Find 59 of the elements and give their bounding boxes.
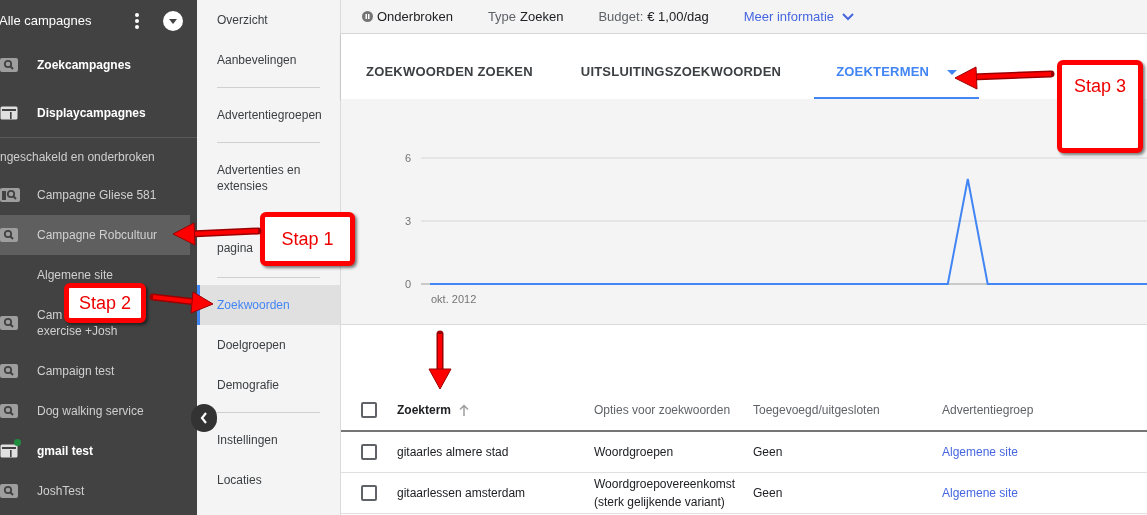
column-header[interactable]: Zoekterm — [397, 401, 452, 419]
table-cell: Woordgroepen — [594, 445, 674, 459]
checkbox[interactable] — [361, 402, 377, 418]
campaign-item[interactable]: gmail test — [0, 431, 101, 471]
axis-label: 0 — [404, 278, 411, 290]
more-info-link[interactable]: Meer informatie — [743, 6, 855, 27]
caret-icon — [947, 69, 958, 75]
tab[interactable]: UITSLUITINGSZOEKWOORDEN — [565, 47, 797, 99]
more-icon[interactable] — [135, 12, 139, 29]
tab[interactable]: ZOEKWOORDEN ZOEKEN — [351, 47, 548, 99]
campaign-item[interactable]: Dog walking service — [0, 391, 152, 431]
campaign-item[interactable]: Zoekcampagnes — [0, 41, 140, 89]
callout-tooltip: Stap 1 — [260, 212, 355, 266]
callout-tooltip: Stap 2 — [64, 283, 146, 323]
nav-item[interactable]: Advertenties en extensies — [217, 150, 327, 206]
table-cell: gitaarlessen amsterdam — [397, 486, 526, 500]
table-cell: Woordgroepovereenkomst (sterk gelijkende variant) — [594, 477, 736, 509]
campaign-item[interactable]: Campagne Robcultuur — [0, 215, 190, 255]
nav-item[interactable]: Advertentiegroepen — [217, 95, 322, 135]
campaign-item[interactable]: Displaycampagnes — [0, 89, 154, 137]
campaign-item[interactable]: JoshTest — [0, 471, 93, 511]
section-label: ngeschakeld en onderbroken — [0, 148, 155, 166]
type-label: Type — [487, 7, 517, 26]
campaign-item[interactable]: Campaign test — [0, 351, 123, 391]
campaign-name: Cam — [37, 307, 64, 323]
nav-item[interactable]: Demografie — [217, 365, 280, 405]
ad-group-link[interactable]: Algemene site — [942, 445, 1019, 459]
nav-item[interactable]: pagina — [217, 240, 254, 256]
pause-icon — [362, 11, 373, 22]
budget-value: € 1,00/dag — [647, 7, 709, 26]
checkbox[interactable] — [361, 444, 377, 460]
nav-item[interactable]: Aanbevelingen — [217, 40, 297, 80]
column-header[interactable]: Toegevoegd/uitgesloten — [753, 401, 880, 419]
table-cell: Geen — [753, 486, 783, 500]
ad-group-link[interactable]: Algemene site — [942, 486, 1019, 500]
nav-item[interactable]: Overzicht — [217, 0, 268, 40]
search-icon — [0, 228, 18, 242]
nav-item[interactable]: Locaties — [217, 460, 262, 500]
status-text: Onderbroken — [377, 7, 453, 26]
column-header[interactable]: Advertentiegroep — [942, 401, 1034, 419]
campaign-name: exercise +Josh — [37, 323, 118, 339]
dropdown-icon[interactable] — [163, 10, 183, 31]
axis-label: 3 — [404, 215, 411, 227]
chevron-left-icon — [200, 412, 208, 424]
type-value: Zoeken — [520, 7, 564, 26]
chevron-down-icon — [842, 12, 855, 21]
arrow — [149, 291, 214, 314]
table-cell: Geen — [753, 445, 783, 459]
budget-label: Budget: — [598, 7, 644, 26]
nav-item[interactable]: Doelgroepen — [217, 325, 286, 365]
checkbox[interactable] — [361, 485, 377, 501]
axis-label: okt. 2012 — [431, 293, 477, 305]
nav-item[interactable]: Instellingen — [217, 420, 278, 460]
campaign-item[interactable]: Campagne Gliese 581 — [0, 175, 165, 215]
table-cell: gitaarles almere stad — [397, 445, 509, 459]
axis-label: 6 — [404, 152, 411, 164]
column-header[interactable]: Opties voor zoekwoorden — [594, 401, 731, 419]
arrow — [428, 330, 452, 390]
callout-tooltip: Stap 3 — [1057, 60, 1143, 153]
